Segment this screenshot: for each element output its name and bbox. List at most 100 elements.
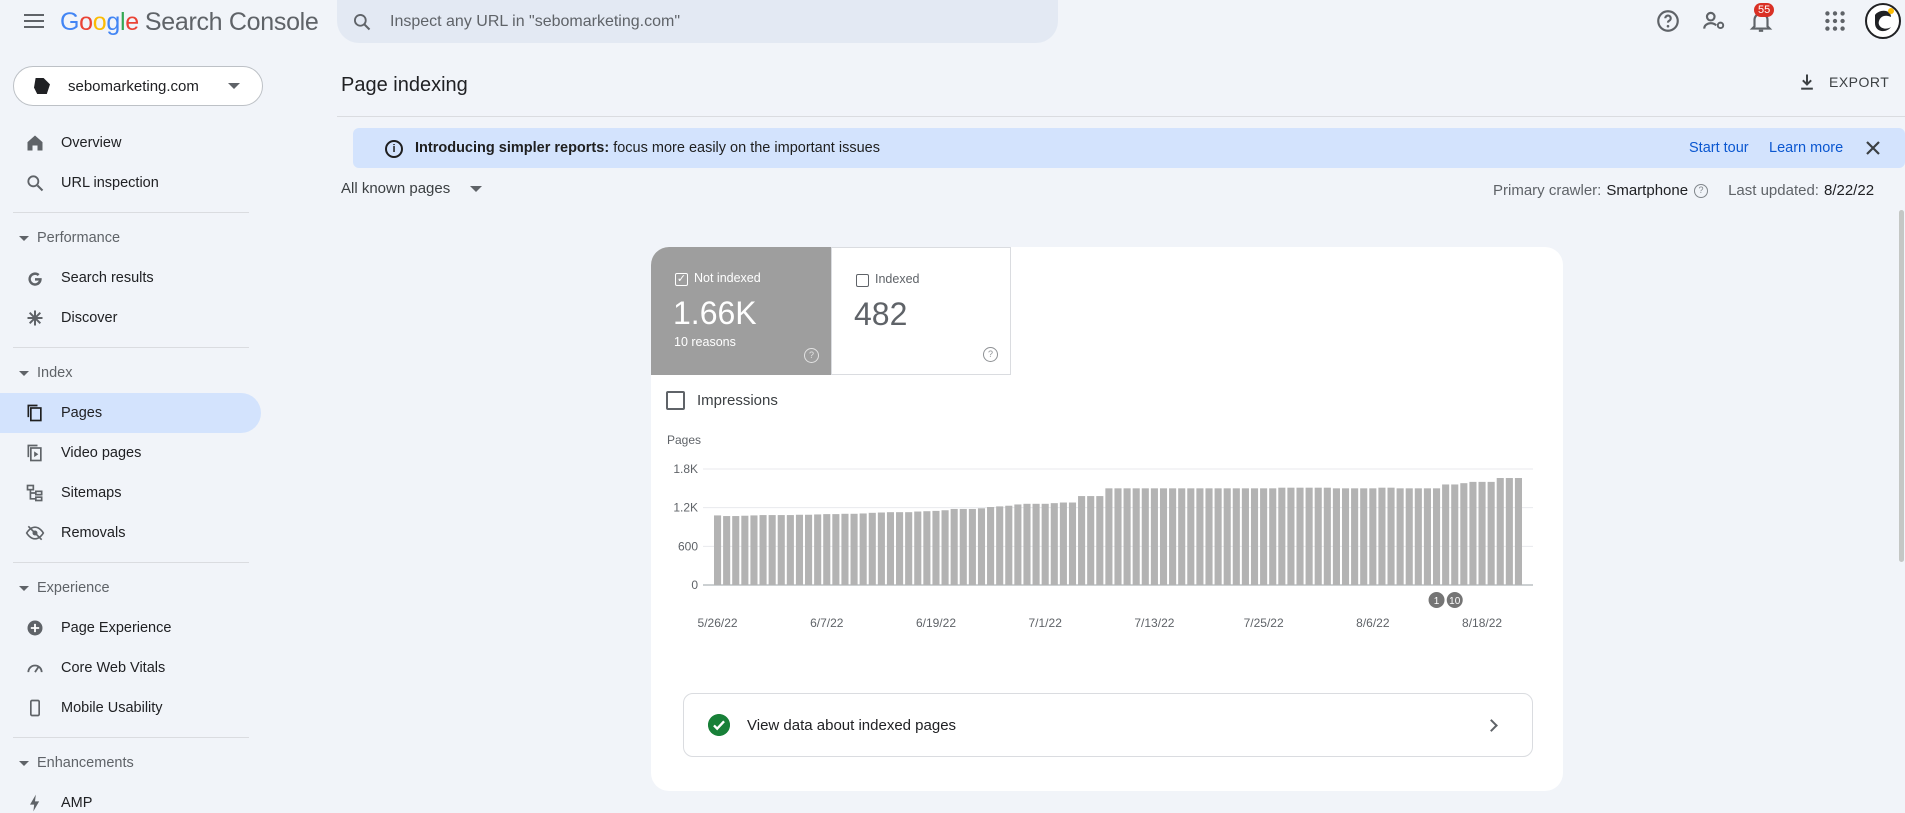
- chart-bar[interactable]: [1250, 488, 1259, 585]
- chart-bar[interactable]: [1487, 481, 1495, 585]
- chart-bar[interactable]: [1059, 502, 1067, 585]
- chart-bar[interactable]: [1369, 488, 1377, 585]
- chart-annotation-marker[interactable]: 10: [1446, 592, 1463, 608]
- start-tour-link[interactable]: Start tour: [1689, 140, 1749, 156]
- chart-bar[interactable]: [1068, 502, 1077, 585]
- sidebar-item-discover[interactable]: Discover: [0, 298, 261, 338]
- chart-bar[interactable]: [914, 511, 922, 585]
- sidebar-section-enhancements[interactable]: Enhancements: [0, 751, 250, 775]
- chart-bar[interactable]: [1496, 478, 1504, 585]
- chart-bar[interactable]: [1096, 496, 1104, 585]
- chart-bar[interactable]: [1159, 488, 1168, 585]
- sidebar-item-amp[interactable]: AMP: [0, 783, 261, 813]
- sidebar-item-page-experience[interactable]: Page Experience: [0, 608, 261, 648]
- chart-bar[interactable]: [1014, 504, 1022, 585]
- chart-bar[interactable]: [1305, 487, 1313, 585]
- property-selector[interactable]: sebomarketing.com: [13, 66, 263, 106]
- chart-bar[interactable]: [732, 516, 740, 585]
- chart-bar[interactable]: [1432, 488, 1441, 585]
- chart-bar[interactable]: [1442, 484, 1450, 585]
- chart-bar[interactable]: [1196, 488, 1204, 585]
- close-icon[interactable]: [1861, 136, 1885, 160]
- chart-bar[interactable]: [1405, 488, 1413, 585]
- chart-bar[interactable]: [1505, 478, 1513, 585]
- chart-bar[interactable]: [1023, 503, 1031, 585]
- chart-bar[interactable]: [805, 514, 813, 585]
- sidebar-item-overview[interactable]: Overview: [0, 123, 261, 163]
- chart-bar[interactable]: [886, 512, 895, 585]
- chart-bar[interactable]: [877, 512, 885, 586]
- chart-bar[interactable]: [1105, 488, 1113, 585]
- chart-bar[interactable]: [1260, 488, 1268, 585]
- chart-bar[interactable]: [868, 512, 876, 585]
- sidebar-section-performance[interactable]: Performance: [0, 226, 250, 250]
- chart-bar[interactable]: [786, 515, 794, 585]
- chart-bar[interactable]: [1241, 488, 1249, 585]
- chart-bar[interactable]: [932, 510, 940, 585]
- checkbox-checked-icon[interactable]: ✓: [675, 273, 688, 286]
- sidebar-section-experience[interactable]: Experience: [0, 576, 250, 600]
- apps-grid-icon[interactable]: [1822, 8, 1848, 34]
- chart-bar[interactable]: [1169, 488, 1177, 585]
- pages-filter-dropdown[interactable]: All known pages: [341, 180, 483, 197]
- chart-bar[interactable]: [1278, 487, 1286, 585]
- chart-bar[interactable]: [841, 513, 849, 585]
- chart-bar[interactable]: [977, 508, 986, 585]
- chart-bar[interactable]: [1423, 488, 1431, 585]
- chart-bar[interactable]: [1460, 483, 1468, 585]
- checkbox-unchecked-icon[interactable]: [666, 391, 685, 410]
- chart-bar[interactable]: [1360, 488, 1368, 585]
- sidebar-item-video-pages[interactable]: Video pages: [0, 433, 261, 473]
- chart-bar[interactable]: [1032, 503, 1040, 585]
- account-avatar[interactable]: [1865, 3, 1901, 39]
- chart-bar[interactable]: [1314, 487, 1322, 585]
- chart-bar[interactable]: [1050, 503, 1058, 585]
- search-input[interactable]: [390, 12, 990, 31]
- help-icon[interactable]: [1655, 8, 1681, 34]
- export-button[interactable]: EXPORT: [1797, 72, 1889, 92]
- chart-bar[interactable]: [1469, 481, 1477, 585]
- chart-bar[interactable]: [850, 513, 858, 585]
- chart-bar[interactable]: [1378, 487, 1386, 585]
- chart-bar[interactable]: [1232, 488, 1240, 585]
- google-search-console-logo[interactable]: Google Search Console: [60, 8, 319, 37]
- chart-bar[interactable]: [1387, 487, 1395, 585]
- chart-bar[interactable]: [1351, 488, 1359, 585]
- chart-bar[interactable]: [950, 508, 958, 585]
- chart-bar[interactable]: [1150, 488, 1158, 585]
- sidebar-item-removals[interactable]: Removals: [0, 513, 261, 553]
- chart-bar[interactable]: [1323, 487, 1331, 585]
- help-icon[interactable]: ?: [1694, 183, 1709, 198]
- chart-bar[interactable]: [1269, 488, 1277, 585]
- chart-bar[interactable]: [1414, 488, 1422, 585]
- chart-bar[interactable]: [777, 515, 785, 585]
- chart-bar[interactable]: [859, 513, 867, 585]
- chart-bar[interactable]: [1287, 487, 1295, 585]
- chart-bar[interactable]: [750, 515, 758, 585]
- chart-bar[interactable]: [1132, 488, 1140, 585]
- chart-bar[interactable]: [723, 516, 731, 585]
- chart-bar[interactable]: [795, 514, 804, 585]
- chart-bar[interactable]: [905, 512, 913, 585]
- chart-annotation-marker[interactable]: 1: [1428, 592, 1445, 608]
- chart-bar[interactable]: [1114, 488, 1122, 585]
- chart-bar[interactable]: [987, 507, 995, 585]
- sidebar-item-pages[interactable]: Pages: [0, 393, 261, 433]
- help-icon[interactable]: ?: [804, 348, 819, 363]
- sidebar-item-sitemaps[interactable]: Sitemaps: [0, 473, 261, 513]
- chart-bar[interactable]: [1205, 488, 1213, 585]
- manage-users-icon[interactable]: [1701, 8, 1727, 34]
- menu-icon[interactable]: [22, 10, 46, 32]
- chart-bar[interactable]: [1332, 488, 1340, 585]
- chart-bar[interactable]: [996, 506, 1004, 585]
- url-inspect-search[interactable]: [337, 0, 1058, 43]
- chart-bar[interactable]: [1087, 496, 1095, 585]
- page-scrollbar[interactable]: [1899, 210, 1904, 562]
- sidebar-section-index[interactable]: Index: [0, 361, 250, 385]
- chart-bar[interactable]: [1478, 481, 1486, 585]
- sidebar-item-mobile-usability[interactable]: Mobile Usability: [0, 688, 261, 728]
- chart-bar[interactable]: [832, 514, 840, 585]
- not-indexed-tile[interactable]: ✓ Not indexed 1.66K 10 reasons ?: [651, 247, 831, 375]
- chart-bar[interactable]: [768, 515, 776, 585]
- chart-bar[interactable]: [823, 514, 831, 585]
